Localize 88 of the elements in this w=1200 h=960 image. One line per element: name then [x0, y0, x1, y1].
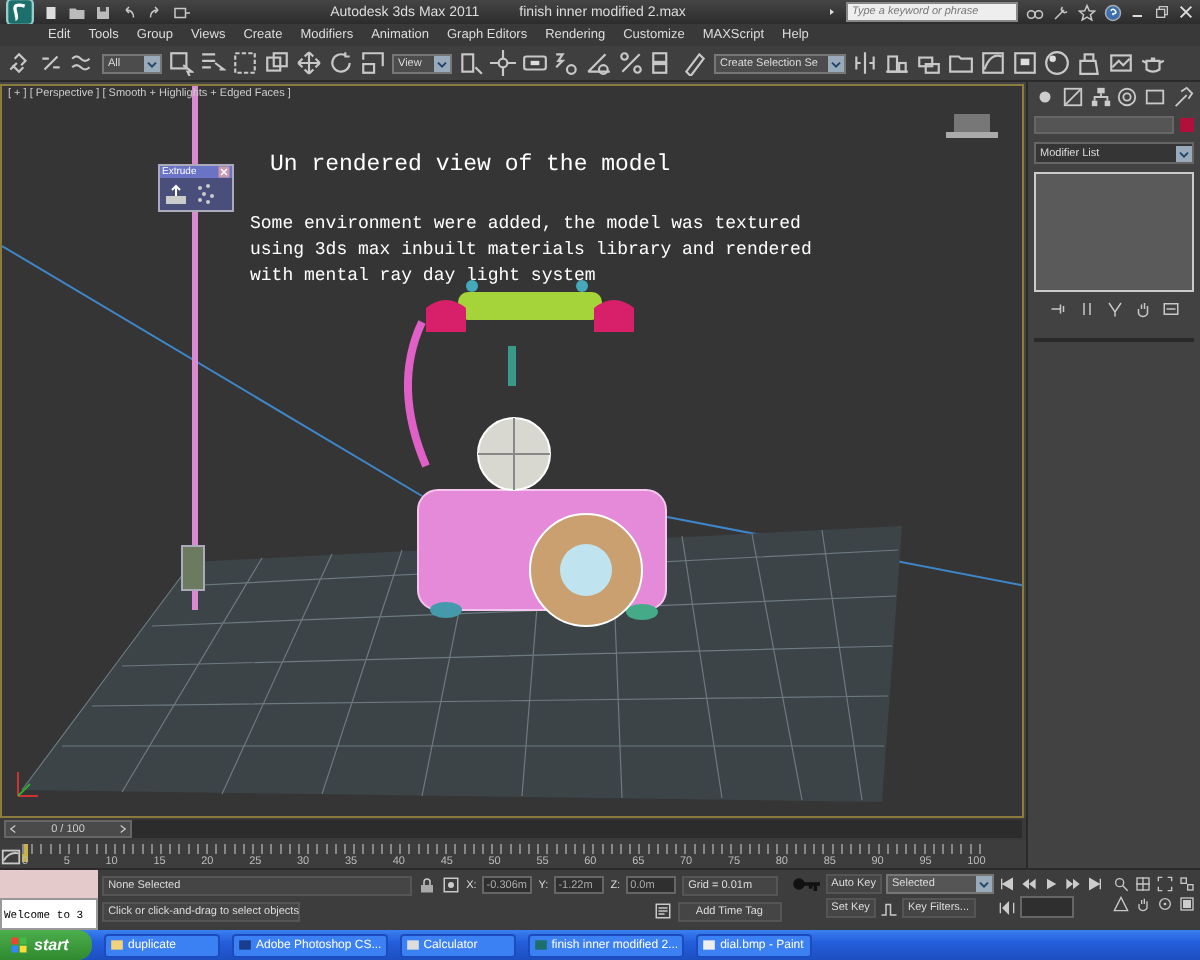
dropdown-arrow-icon: [828, 55, 844, 71]
curve-editor-icon[interactable]: [0, 846, 22, 869]
go-to-end-icon[interactable]: [1086, 876, 1104, 893]
dropdown-arrow-icon: [976, 876, 992, 893]
zoom-extents-icon[interactable]: [1156, 876, 1174, 893]
next-frame-icon[interactable]: [1064, 876, 1082, 893]
crossing-select-icon[interactable]: [264, 50, 290, 76]
display-tab-icon[interactable]: [1144, 86, 1167, 108]
motion-tab-icon[interactable]: [1116, 86, 1139, 108]
start-button[interactable]: start: [0, 930, 92, 960]
caption-heading: Un rendered view of the model: [270, 152, 671, 178]
pan-icon[interactable]: [1134, 896, 1152, 913]
mirror-icon[interactable]: [852, 50, 878, 76]
go-to-start-icon[interactable]: [998, 876, 1016, 893]
next-frame-icon: [115, 822, 130, 837]
select-object-icon[interactable]: [168, 50, 194, 76]
key-mode-icon[interactable]: [998, 899, 1016, 916]
fork-icon[interactable]: [1105, 300, 1123, 318]
orbit-icon[interactable]: [1156, 896, 1174, 913]
manipulate-icon[interactable]: [490, 50, 516, 76]
new-file-icon[interactable]: [42, 3, 60, 21]
current-frame-field[interactable]: [1020, 896, 1074, 919]
zoom-all-icon[interactable]: [1134, 876, 1152, 893]
photoshop-icon: [238, 938, 252, 952]
keyboard-icon[interactable]: [522, 50, 548, 76]
caption-text: Some environment were added, the model was textured using 3ds max inbuilt materials library and rendered with mental ray day light system: [250, 212, 814, 290]
hammer-icon[interactable]: [1171, 86, 1194, 108]
pin-stack-icon[interactable]: [1049, 300, 1067, 318]
lock-icon[interactable]: [418, 876, 437, 895]
help-icon[interactable]: [1104, 3, 1123, 21]
snap-toggle-icon[interactable]: [554, 50, 580, 76]
pause-icon[interactable]: [1077, 300, 1095, 318]
hierarchy-tab-icon[interactable]: [1089, 86, 1112, 108]
maximize-viewport-icon[interactable]: [1178, 896, 1196, 913]
undo-icon[interactable]: [120, 3, 138, 21]
dotted-settings-icon[interactable]: [194, 182, 218, 206]
wave-icon[interactable]: [70, 50, 96, 76]
zoom-icon[interactable]: [1112, 876, 1130, 893]
dropdown-arrow-icon: [1176, 145, 1192, 161]
key-curve-icon[interactable]: [879, 899, 898, 918]
previous-frame-icon: [6, 822, 20, 837]
object-color-swatch[interactable]: [1180, 118, 1194, 132]
folder-icon[interactable]: [948, 50, 974, 76]
material-editor-icon[interactable]: [1044, 50, 1070, 76]
windows-flag-icon: [10, 936, 28, 954]
caret-icon[interactable]: [826, 6, 839, 18]
hand-icon[interactable]: [1133, 300, 1151, 318]
curve-editor-icon[interactable]: [980, 50, 1006, 76]
configure-icon[interactable]: [1161, 300, 1179, 318]
absolute-mode-icon[interactable]: [442, 876, 461, 895]
app-icon: [533, 938, 548, 952]
unlink-icon[interactable]: [38, 50, 64, 76]
rendered-frame-icon[interactable]: [1108, 50, 1134, 76]
calculator-icon: [405, 938, 420, 952]
select-by-name-icon[interactable]: [200, 50, 226, 76]
create-tab-icon[interactable]: [1034, 86, 1056, 108]
save-icon[interactable]: [94, 3, 112, 21]
rotate-icon[interactable]: [328, 50, 354, 76]
star-icon[interactable]: [1078, 3, 1097, 21]
move-icon[interactable]: [296, 50, 322, 76]
wrench-icon[interactable]: [1052, 3, 1071, 21]
align-icon[interactable]: [884, 50, 910, 76]
schematic-icon[interactable]: [1012, 50, 1038, 76]
restore-icon[interactable]: [1154, 4, 1171, 20]
close-icon[interactable]: [1178, 4, 1195, 20]
dropdown-arrow-icon: [144, 55, 160, 71]
render-setup-icon[interactable]: [1076, 50, 1102, 76]
link-icon[interactable]: [6, 50, 32, 76]
pivot-icon[interactable]: [458, 50, 484, 76]
edit-selection-icon[interactable]: [682, 50, 708, 76]
rectangle-select-icon[interactable]: [232, 50, 258, 76]
folder-icon: [110, 938, 124, 952]
percent-snap-icon[interactable]: [618, 50, 644, 76]
modifier-stack[interactable]: [1034, 172, 1194, 292]
extrude-icon[interactable]: [164, 182, 188, 206]
redo-icon[interactable]: [146, 3, 164, 21]
app-logo-icon[interactable]: [6, 0, 34, 26]
lamp-drawing: [946, 114, 998, 138]
axis-gizmo-icon: [17, 771, 39, 797]
dropdown-arrow-icon: [434, 55, 450, 71]
zoom-extents-all-icon[interactable]: [1178, 876, 1196, 893]
field-of-view-icon[interactable]: [1112, 896, 1130, 913]
object-name-field[interactable]: [1034, 116, 1174, 134]
paint-icon: [702, 938, 717, 952]
time-tag-icon[interactable]: [653, 902, 672, 921]
angle-snap-icon[interactable]: [586, 50, 612, 76]
modify-tab-icon[interactable]: [1061, 86, 1084, 108]
scale-icon[interactable]: [360, 50, 386, 76]
